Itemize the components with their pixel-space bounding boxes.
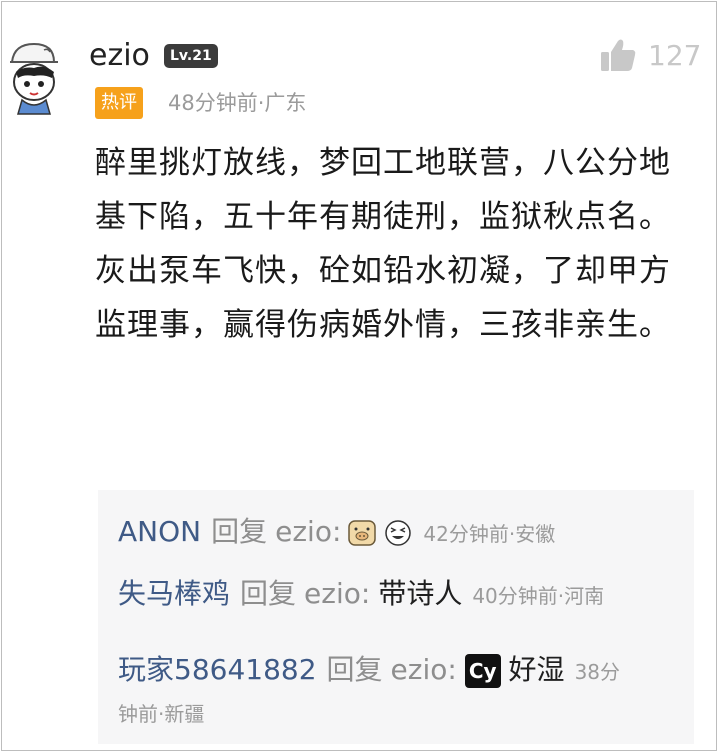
reply-list: ANON 回复 ezio: 42分钟前·安徽 失马棒鸡 回复 ezio: 带诗人 40分钟前…: [98, 490, 694, 744]
reply-time: 40分钟前·河南: [472, 584, 605, 608]
reply-action: 回复: [211, 515, 268, 548]
comment-meta: 48分钟前·广东: [168, 91, 307, 115]
reply-action: 回复: [326, 653, 383, 686]
reply-text: 带诗人: [378, 577, 463, 610]
pig-emoji-icon: [348, 520, 377, 546]
reply-time: 38分: [574, 660, 621, 684]
reply-time: 42分钟前·安徽: [423, 522, 556, 546]
user-avatar-icon: [10, 42, 58, 115]
reply-author[interactable]: 失马棒鸡: [118, 577, 230, 610]
avatar[interactable]: [4, 36, 60, 120]
reply-item[interactable]: 玩家58641882 回复 ezio: Cy 好湿 38分: [118, 650, 620, 692]
like-count: 127: [648, 38, 702, 72]
reply-author[interactable]: 玩家58641882: [118, 653, 317, 686]
hot-comment-badge: 热评: [95, 87, 143, 119]
comment-paragraph: 醉里挑灯放线，梦回工地联营，八公分地基下陷，五十年有期徒刑，监狱秋点名。: [95, 145, 671, 235]
reply-target[interactable]: ezio: [275, 515, 332, 548]
thumbs-up-icon: [601, 39, 636, 71]
reply-author[interactable]: ANON: [118, 515, 201, 548]
like-button[interactable]: 127: [600, 38, 701, 72]
reply-item[interactable]: ANON 回复 ezio: 42分钟前·安徽: [118, 512, 555, 554]
comment-paragraph: 灰出泵车飞快，砼如铅水初凝，了却甲方监理事，赢得伤病婚外情，三孩非亲生。: [95, 253, 671, 343]
reply-target[interactable]: ezio: [304, 577, 361, 610]
reply-time-continued: 钟前·新疆: [118, 702, 205, 726]
level-badge: Lv.21: [164, 44, 218, 68]
username[interactable]: ezio: [89, 36, 150, 76]
reply-item[interactable]: 失马棒鸡 回复 ezio: 带诗人 40分钟前·河南: [118, 574, 604, 616]
comment-content: 醉里挑灯放线，梦回工地联营，八公分地基下陷，五十年有期徒刑，监狱秋点名。 灰出泵…: [95, 136, 695, 352]
reply-text: 好湿: [508, 653, 565, 686]
reply-action: 回复: [240, 577, 297, 610]
laughing-face-emoji-icon: [385, 520, 412, 546]
reply-target[interactable]: ezio: [391, 653, 448, 686]
cy-badge: Cy: [464, 654, 501, 688]
